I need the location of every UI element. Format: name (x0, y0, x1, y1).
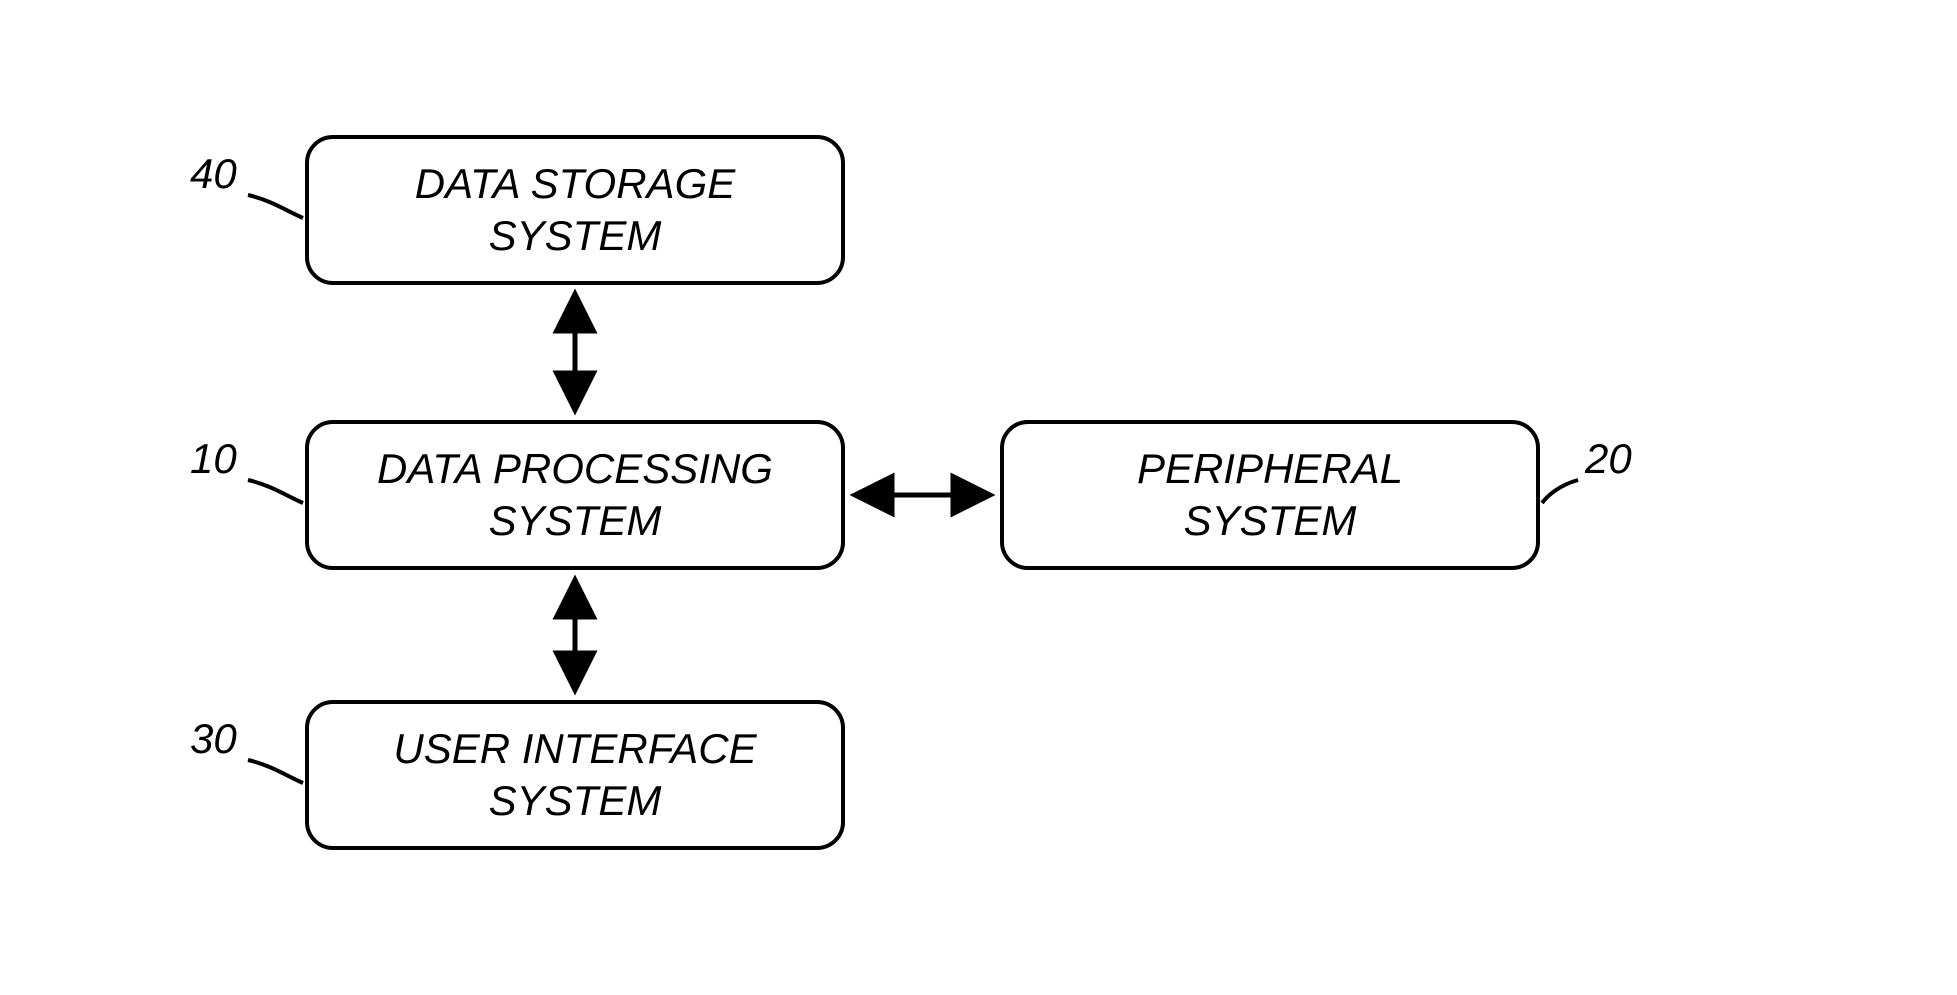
diagram-canvas: DATA STORAGESYSTEM DATA PROCESSINGSYSTEM… (0, 0, 1957, 995)
block-user-interface-label: USER INTERFACESYSTEM (393, 723, 756, 828)
leader-20 (1542, 480, 1578, 503)
block-data-processing: DATA PROCESSINGSYSTEM (305, 420, 845, 570)
block-peripheral: PERIPHERALSYSTEM (1000, 420, 1540, 570)
ref-label-10: 10 (190, 435, 237, 483)
leader-40 (248, 195, 303, 218)
block-data-storage-label: DATA STORAGESYSTEM (415, 158, 736, 263)
ref-label-40: 40 (190, 150, 237, 198)
block-user-interface: USER INTERFACESYSTEM (305, 700, 845, 850)
block-data-storage: DATA STORAGESYSTEM (305, 135, 845, 285)
block-peripheral-label: PERIPHERALSYSTEM (1137, 443, 1403, 548)
leader-30 (248, 760, 303, 783)
ref-label-30: 30 (190, 715, 237, 763)
leader-10 (248, 480, 303, 503)
connectors-overlay (0, 0, 1957, 995)
block-data-processing-label: DATA PROCESSINGSYSTEM (377, 443, 773, 548)
ref-label-20: 20 (1585, 435, 1632, 483)
